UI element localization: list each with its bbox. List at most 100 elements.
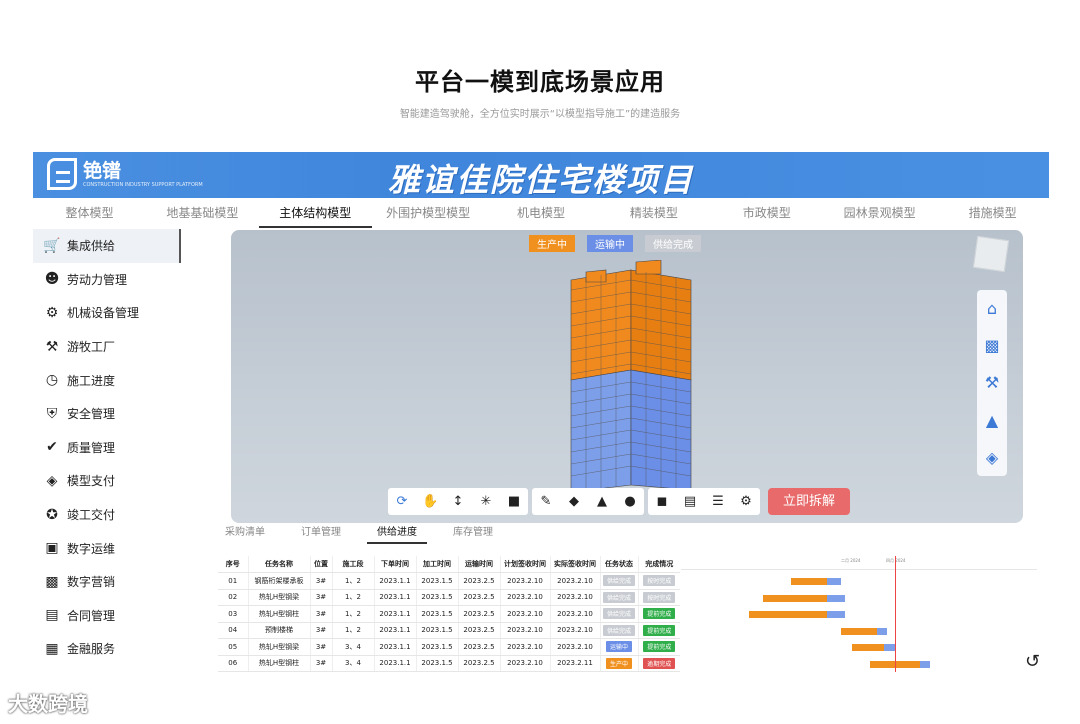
gantt-bar-orange[interactable] xyxy=(762,594,827,602)
model-viewer[interactable]: 生产中 运输中 供给完成 ⌂ ▩ ⚒ ▲ ◈ ⟳ ✋ ↕ ✳ ■ ✎ ◆ ▲ ●… xyxy=(231,230,1023,523)
sidebar-item-completion[interactable]: ✪ 竣工交付 xyxy=(33,498,181,532)
table-cell: 供给完成 xyxy=(599,605,638,623)
table-cell: 生产中 xyxy=(599,655,638,672)
tab-mep-model[interactable]: 机电模型 xyxy=(485,200,598,228)
quality-shield-icon: ✔ xyxy=(46,439,58,456)
gantt-bar-blue[interactable] xyxy=(919,660,931,668)
explode-icon[interactable]: ▲ xyxy=(594,494,610,509)
table-cell: 1、2 xyxy=(331,572,374,590)
gantt-bar-orange[interactable] xyxy=(841,627,877,635)
contract-icon: ▤ xyxy=(45,607,59,624)
tab-supply-progress[interactable]: 供给进度 xyxy=(367,524,427,544)
view-cube[interactable] xyxy=(972,235,1010,273)
table-cell: 2023.2.10 xyxy=(549,622,600,639)
gantt-bar-orange[interactable] xyxy=(791,578,827,585)
tab-envelope-model[interactable]: 外围护模型模型 xyxy=(372,200,485,228)
sidebar-item-digital-marketing[interactable]: ▩ 数字营销 xyxy=(33,565,181,599)
molecule-icon[interactable]: ● xyxy=(622,494,638,509)
zoom-icon[interactable]: ↕ xyxy=(450,494,466,509)
sidebar-item-finance[interactable]: ▦ 金融服务 xyxy=(33,632,181,666)
gear-icon[interactable]: ⚙ xyxy=(738,494,754,509)
table-cell: 2023.2.5 xyxy=(457,638,500,656)
table-row[interactable]: 06 热轧H型钢柱 3# 3、4 2023.1.1 2023.1.5 2023.2.5 202… xyxy=(218,655,680,672)
sidebar-item-labor[interactable]: ☻ 劳动力管理 xyxy=(33,263,181,297)
tab-main-structure-model[interactable]: 主体结构模型 xyxy=(258,200,372,228)
table-row[interactable]: 01 钢筋桁架楼承板 3# 1、2 2023.1.1 2023.1.5 2023.2.5 20… xyxy=(218,572,680,590)
orbit-icon[interactable]: ⟳ xyxy=(394,494,410,509)
completion-badge: 提前完成 xyxy=(643,641,676,653)
tab-measure-model[interactable]: 措施模型 xyxy=(936,200,1049,228)
table-cell: 3# xyxy=(309,655,332,672)
sidebar-item-model-payment[interactable]: ◈ 模型支付 xyxy=(33,464,181,498)
table-cell: 2023.1.5 xyxy=(415,638,458,656)
tab-purchase-list[interactable]: 采购清单 xyxy=(215,524,275,544)
worker-icon: ☻ xyxy=(44,271,60,288)
table-cell: 供给完成 xyxy=(599,572,638,590)
tab-landscape-model[interactable]: 园林景观模型 xyxy=(823,200,936,228)
table-row[interactable]: 05 热轧H型钢梁 3# 3、4 2023.1.1 2023.1.5 2023.2.5 202… xyxy=(218,638,680,656)
award-icon: ✪ xyxy=(46,506,58,523)
tab-fitout-model[interactable]: 精装模型 xyxy=(597,200,710,228)
table-row[interactable]: 04 预制楼梯 3# 1、2 2023.1.1 2023.1.5 2023.2.5 2023.… xyxy=(218,622,680,639)
explode-button[interactable]: 立即拆解 xyxy=(768,488,850,515)
tab-inventory[interactable]: 库存管理 xyxy=(443,524,503,544)
tab-order-management[interactable]: 订单管理 xyxy=(291,524,351,544)
toolbar-group-measure: ✎ ◆ ▲ ● xyxy=(532,488,644,515)
gantt-bar-orange[interactable] xyxy=(851,644,884,651)
table-cell: 3# xyxy=(309,605,332,623)
gantt-bar-blue[interactable] xyxy=(826,594,845,602)
completion-badge: 提前完成 xyxy=(643,624,676,636)
tree-icon[interactable]: ◼ xyxy=(654,494,670,509)
walk-icon[interactable]: ✳ xyxy=(478,494,494,509)
gantt-bar-blue[interactable] xyxy=(876,627,888,635)
table-header-cell: 实际签收时间 xyxy=(549,556,600,573)
pan-icon[interactable]: ✋ xyxy=(422,494,438,509)
completion-badge: 按时完成 xyxy=(643,575,676,587)
sidebar-item-label: 质量管理 xyxy=(67,440,116,455)
sidebar-item-equipment[interactable]: ⚙ 机械设备管理 xyxy=(33,296,181,330)
table-cell: 2023.2.10 xyxy=(549,589,600,606)
sidebar-item-contract[interactable]: ▤ 合同管理 xyxy=(33,599,181,633)
table-cell: 2023.2.5 xyxy=(457,572,500,590)
sidebar-item-progress[interactable]: ◷ 施工进度 xyxy=(33,363,181,397)
gantt-bar-blue[interactable] xyxy=(883,644,895,651)
shield-icon: ⛨ xyxy=(46,405,58,422)
table-cell: 01 xyxy=(218,572,248,590)
sidebar-item-digital-ops[interactable]: ▣ 数字运维 xyxy=(33,531,181,565)
crane-icon[interactable]: ⚒ xyxy=(985,373,999,392)
sidebar-item-nomad-factory[interactable]: ⚒ 游牧工厂 xyxy=(33,330,181,364)
toolbar-group-settings: ◼ ▤ ☰ ⚙ xyxy=(648,488,760,515)
gantt-month-label: 二月 2024 xyxy=(841,558,861,563)
blocks-icon[interactable]: ▲ xyxy=(986,411,998,430)
sidebar-item-safety[interactable]: ⛨ 安全管理 xyxy=(33,397,181,431)
bar-chart-icon[interactable]: ▩ xyxy=(984,336,999,355)
sidebar-item-integrated-supply[interactable]: 🛒 集成供给 xyxy=(33,229,181,263)
measure-icon[interactable]: ✎ xyxy=(538,494,554,509)
gantt-bar-blue[interactable] xyxy=(826,578,842,585)
table-cell: 逾期完成 xyxy=(637,655,680,672)
list-icon[interactable]: ☰ xyxy=(710,494,726,509)
gantt-bar-orange[interactable] xyxy=(748,611,827,618)
table-cell: 2023.2.10 xyxy=(499,638,550,656)
gantt-bar-blue[interactable] xyxy=(826,611,845,618)
properties-icon[interactable]: ▤ xyxy=(682,494,698,509)
tab-overall-model[interactable]: 整体模型 xyxy=(33,200,146,228)
table-cell: 3、4 xyxy=(331,655,374,672)
gantt-month-label: 四月 2024 xyxy=(886,558,906,563)
status-badge: 供给完成 xyxy=(602,575,635,587)
tab-municipal-model[interactable]: 市政模型 xyxy=(710,200,823,228)
legend-producing: 生产中 xyxy=(529,235,575,252)
table-row[interactable]: 03 热轧H型钢柱 3# 1、2 2023.1.1 2023.1.5 2023.2.5 202… xyxy=(218,605,680,623)
page-subtitle: 智能建造驾驶舱，全方位实时展示“以模型指导施工”的建造服务 xyxy=(399,109,681,120)
watermark: 大数跨境 xyxy=(8,692,88,716)
back-icon[interactable]: ↺ xyxy=(1025,651,1040,672)
home-icon[interactable]: ⌂ xyxy=(987,299,997,318)
table-row[interactable]: 02 热轧H型钢梁 3# 1、2 2023.1.1 2023.1.5 2023.2.5 202… xyxy=(218,589,680,606)
layers-icon[interactable]: ◈ xyxy=(986,448,998,467)
camera-icon[interactable]: ■ xyxy=(506,494,522,509)
table-cell: 按时完成 xyxy=(637,589,680,606)
sidebar-item-quality[interactable]: ✔ 质量管理 xyxy=(33,431,181,465)
tab-foundation-model[interactable]: 地基基础模型 xyxy=(146,200,259,228)
sidebar-item-label: 合同管理 xyxy=(67,608,116,623)
section-icon[interactable]: ◆ xyxy=(566,494,582,509)
